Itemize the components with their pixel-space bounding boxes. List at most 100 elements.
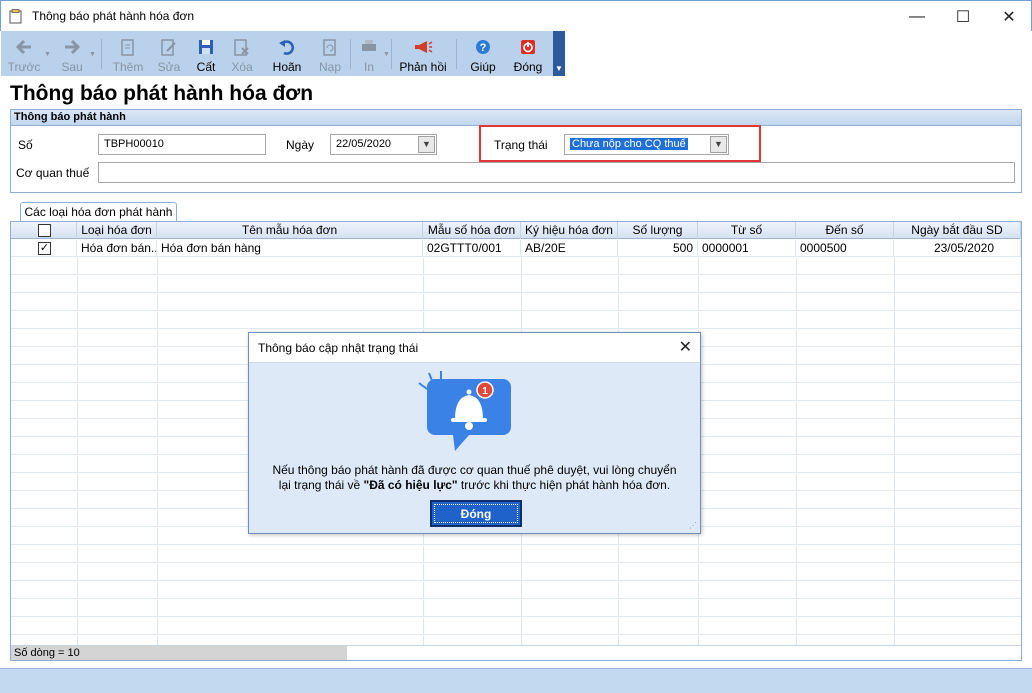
chevron-down-icon: ▼: [555, 64, 563, 73]
row-checkbox[interactable]: ✓: [38, 242, 51, 255]
msg-suffix: trước khi thực hiện phát hành hóa đơn.: [457, 478, 671, 492]
col-header-ky-hieu[interactable]: Ký hiệu hóa đơn: [521, 222, 618, 239]
grid-line: [521, 582, 522, 599]
toolbar: Trước ▼ Sau ▼ Thêm Sửa Cất Xóa Hoãn Nạp …: [1, 31, 565, 76]
select-all-checkbox[interactable]: [38, 224, 51, 237]
grid-line: [796, 528, 797, 545]
dialog-close-button[interactable]: Đóng: [430, 500, 522, 527]
chevron-down-icon[interactable]: ▼: [710, 136, 727, 153]
col-header-loai[interactable]: Loại hóa đơn: [77, 222, 157, 239]
col-header-mau-so[interactable]: Mẫu số hóa đơn: [423, 222, 521, 239]
grid-line: [796, 510, 797, 527]
print-button[interactable]: In: [357, 31, 381, 76]
table-row[interactable]: ✓ Hóa đơn bán... Hóa đơn bán hàng 02GTTT…: [11, 240, 1021, 257]
toolbar-overflow-button[interactable]: ▼: [553, 31, 565, 76]
grid-line: [157, 384, 158, 401]
grid-line: [894, 564, 895, 581]
row-check-cell[interactable]: ✓: [11, 240, 77, 257]
grid-line: [894, 366, 895, 383]
col-header-tu-so[interactable]: Từ số: [698, 222, 796, 239]
grid-line: [894, 384, 895, 401]
so-input[interactable]: TBPH00010: [98, 134, 266, 155]
tab-invoice-types[interactable]: Các loại hóa đơn phát hành: [20, 202, 177, 222]
grid-line: [157, 402, 158, 419]
cell-ngay-bd[interactable]: 23/05/2020: [894, 240, 1021, 257]
ngay-date-picker[interactable]: 22/05/2020 ▼: [330, 134, 437, 155]
empty-row[interactable]: [11, 600, 1021, 617]
grid-line: [77, 348, 78, 365]
empty-row[interactable]: [11, 312, 1021, 329]
reload-label: Nạp: [318, 60, 341, 74]
empty-row[interactable]: [11, 258, 1021, 275]
minimize-button[interactable]: —: [894, 1, 940, 32]
save-button[interactable]: Cất: [191, 31, 221, 76]
empty-row[interactable]: [11, 582, 1021, 599]
empty-row[interactable]: [11, 618, 1021, 635]
help-button[interactable]: ? Giúp: [466, 31, 500, 76]
grid-line: [521, 294, 522, 311]
grid-line: [77, 492, 78, 509]
grid-line: [157, 564, 158, 581]
trang-thai-select[interactable]: Chưa nộp cho CQ thuế ▼: [564, 134, 729, 155]
undo-label: Hoãn: [272, 60, 302, 74]
col-header-den-so[interactable]: Đến số: [796, 222, 894, 239]
status-update-dialog: Thông báo cập nhật trạng thái ✕ 1 Nếu th…: [248, 332, 701, 534]
grid-line: [157, 312, 158, 329]
grid-line: [894, 474, 895, 491]
col-header-so-luong[interactable]: Số lượng: [618, 222, 698, 239]
next-dropdown-icon[interactable]: ▼: [89, 51, 96, 58]
grid-line: [423, 294, 424, 311]
prev-dropdown-icon[interactable]: ▼: [44, 51, 51, 58]
cell-den-so[interactable]: 0000500: [796, 240, 894, 257]
print-dropdown-icon[interactable]: ▼: [383, 51, 390, 58]
col-header-check[interactable]: [11, 222, 77, 239]
cell-loai[interactable]: Hóa đơn bán...: [77, 240, 157, 257]
grid-line: [796, 546, 797, 563]
grid-line: [157, 294, 158, 311]
empty-row[interactable]: [11, 294, 1021, 311]
empty-row[interactable]: [11, 546, 1021, 563]
empty-row[interactable]: [11, 564, 1021, 581]
dialog-title: Thông báo cập nhật trạng thái: [258, 341, 419, 355]
close-button[interactable]: ✕: [986, 1, 1032, 32]
co-quan-thue-input[interactable]: [98, 162, 1015, 183]
bell-notification-icon: 1: [418, 371, 511, 451]
empty-row[interactable]: [11, 276, 1021, 293]
grid-line: [698, 546, 699, 563]
cell-tu-so[interactable]: 0000001: [698, 240, 796, 257]
grid-line: [521, 618, 522, 635]
prev-button[interactable]: Trước: [5, 31, 43, 76]
grid-line: [77, 312, 78, 329]
undo-button[interactable]: Hoãn: [269, 31, 305, 76]
col-header-ten-mau[interactable]: Tên mẫu hóa đơn: [157, 222, 423, 239]
grid-line: [77, 366, 78, 383]
cell-ten-mau[interactable]: Hóa đơn bán hàng: [157, 240, 423, 257]
close-toolbar-button[interactable]: Đóng: [510, 31, 546, 76]
msg-bold-status: "Đã có hiệu lực": [363, 478, 458, 492]
edit-button[interactable]: Sửa: [154, 31, 184, 76]
add-label: Thêm: [112, 60, 144, 74]
chevron-down-icon[interactable]: ▼: [418, 136, 435, 153]
grid-header: Loại hóa đơn Tên mẫu hóa đơn Mẫu số hóa …: [11, 222, 1021, 239]
maximize-button[interactable]: ☐: [940, 1, 986, 32]
edit-label: Sửa: [157, 60, 181, 74]
resize-grip-icon[interactable]: ⋰: [689, 521, 697, 530]
grid-line: [796, 456, 797, 473]
cell-ky-hieu[interactable]: AB/20E: [521, 240, 618, 257]
feedback-button[interactable]: Phản hồi: [397, 31, 449, 76]
reload-button[interactable]: Nạp: [316, 31, 344, 76]
cell-so-luong[interactable]: 500: [618, 240, 698, 257]
grid-line: [77, 528, 78, 545]
add-button[interactable]: Thêm: [109, 31, 147, 76]
grid-line: [698, 312, 699, 329]
grid-line: [618, 258, 619, 275]
grid-line: [77, 474, 78, 491]
delete-button[interactable]: Xóa: [227, 31, 257, 76]
col-header-ngay-bd[interactable]: Ngày bắt đầu SD: [894, 222, 1021, 239]
cell-mau-so[interactable]: 02GTTT0/001: [423, 240, 521, 257]
grid-line: [77, 582, 78, 599]
grid-line: [77, 438, 78, 455]
close-icon[interactable]: ✕: [679, 333, 692, 363]
next-button[interactable]: Sau: [56, 31, 88, 76]
grid-line: [423, 618, 424, 635]
